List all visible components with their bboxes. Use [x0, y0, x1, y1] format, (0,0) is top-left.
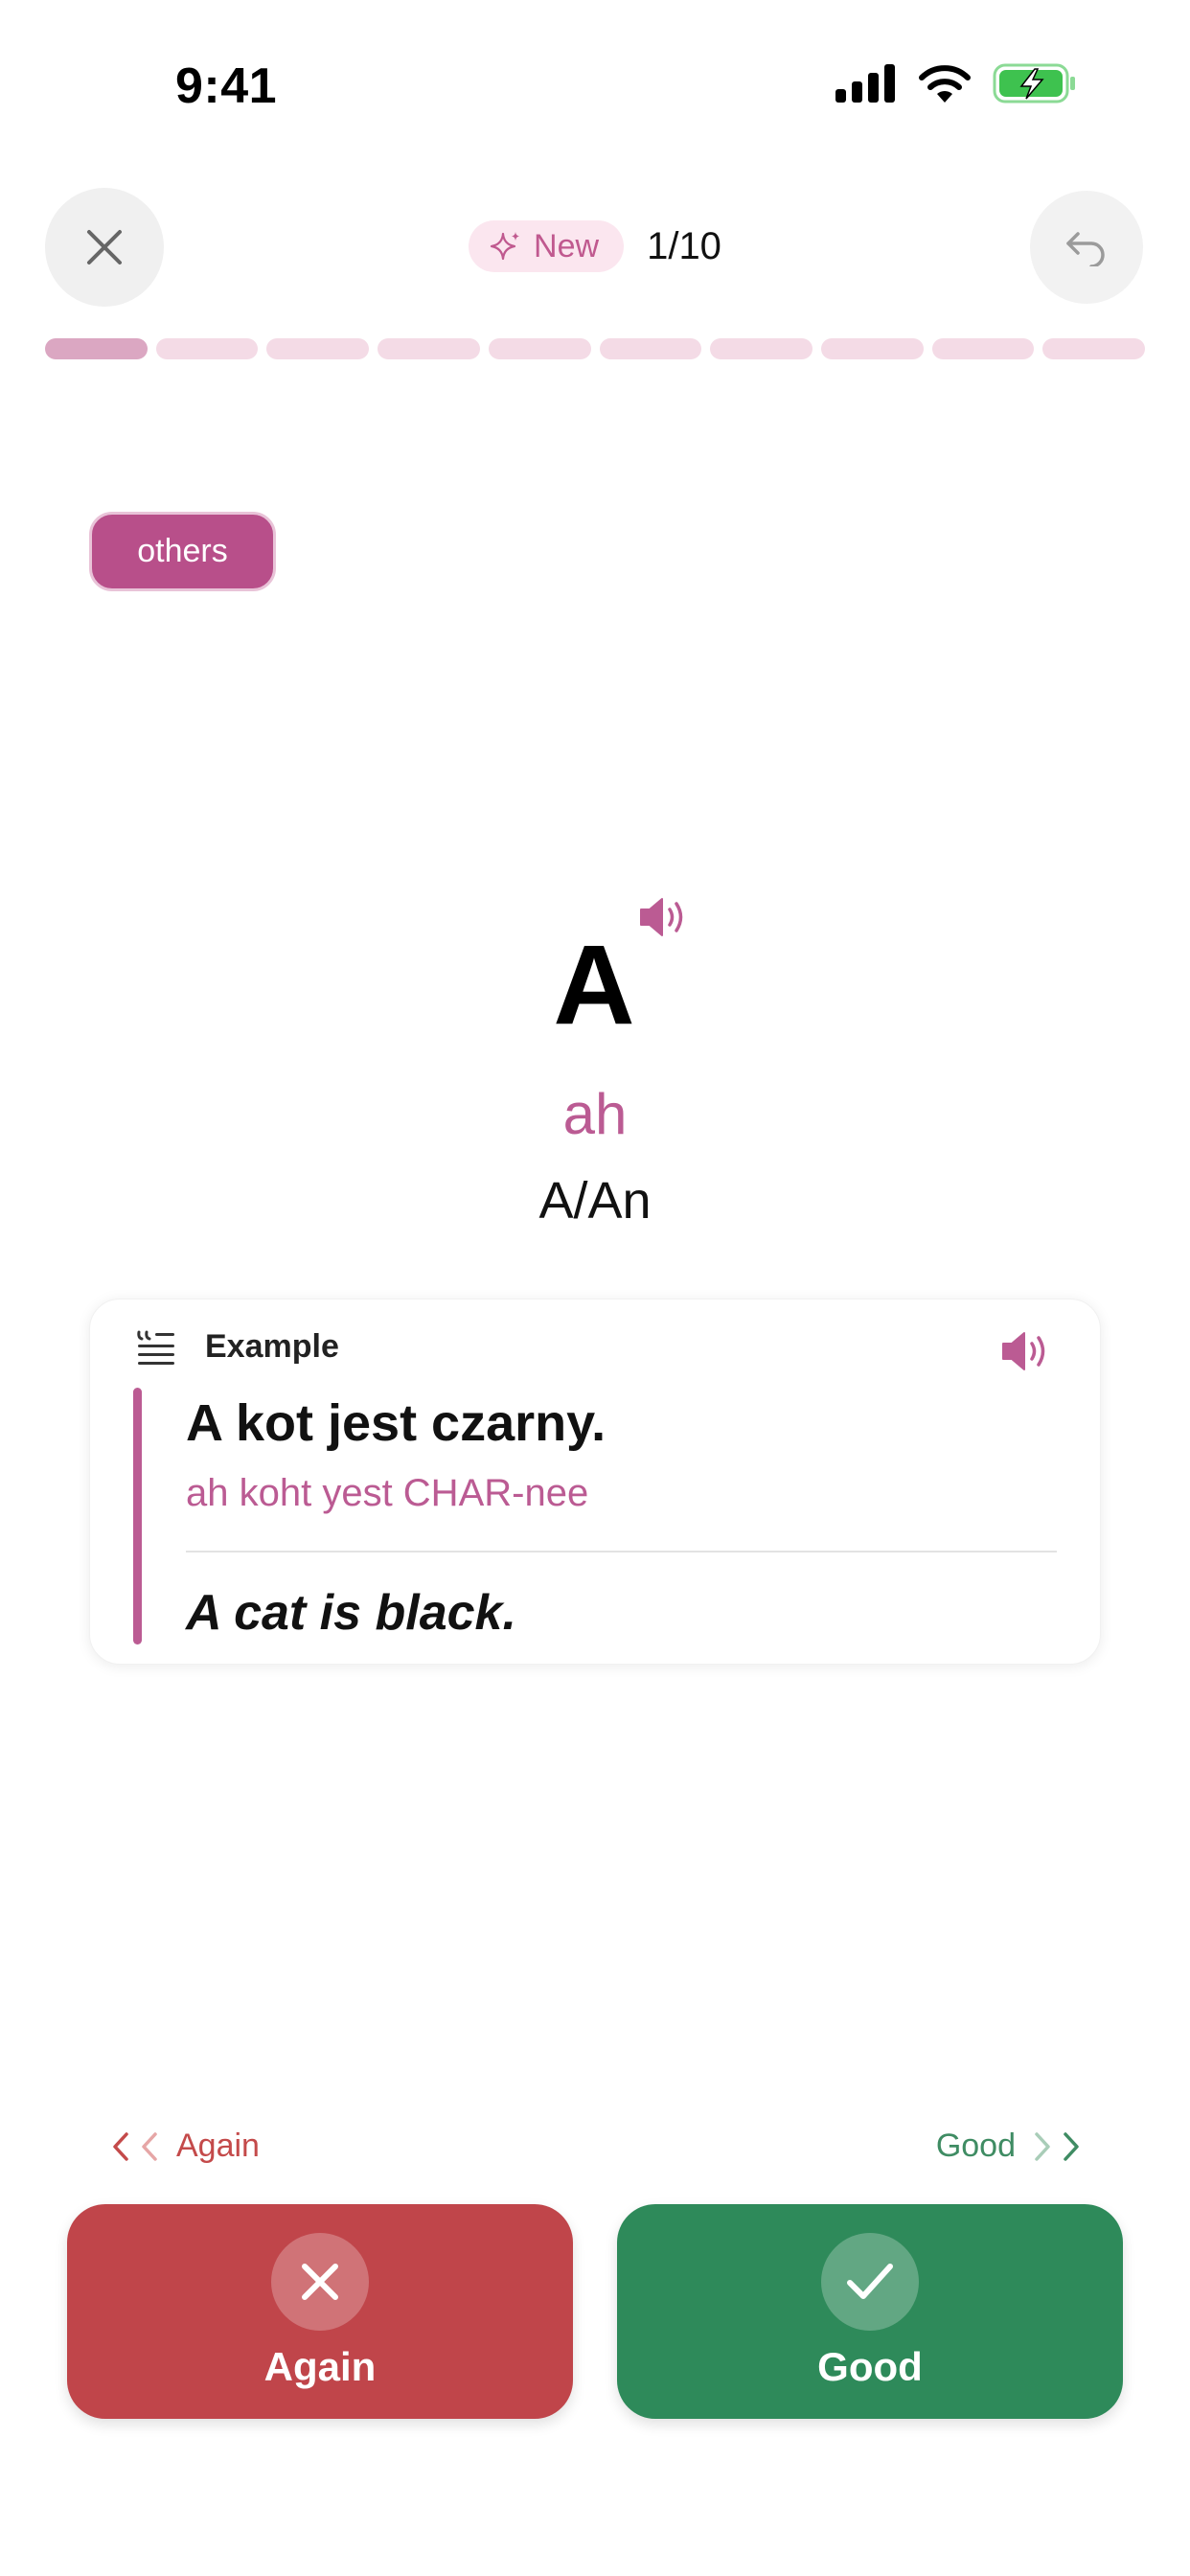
undo-icon	[1066, 232, 1105, 266]
undo-button[interactable]	[1030, 191, 1143, 304]
progress-segment	[710, 338, 812, 359]
double-chevron-left-icon	[113, 2131, 157, 2161]
progress-segment	[266, 338, 370, 359]
speaker-icon	[640, 898, 683, 936]
header-center: New 1/10	[0, 220, 1190, 272]
swipe-again-label: Again	[176, 2128, 260, 2164]
progress-segment	[488, 338, 591, 359]
speaker-icon	[1002, 1332, 1045, 1370]
wifi-icon	[919, 65, 971, 103]
double-chevron-right-icon	[1035, 2131, 1079, 2161]
example-pronunciation: ah koht yest CHAR-nee	[186, 1472, 589, 1514]
example-header: Example	[136, 1328, 339, 1366]
status-icons	[835, 63, 1077, 104]
progress-segment	[820, 338, 924, 359]
status-time: 9:41	[175, 58, 278, 114]
new-badge: New	[469, 220, 625, 272]
again-label: Again	[263, 2344, 377, 2389]
progress-segment	[378, 338, 480, 359]
word-pronunciation: ah	[562, 1082, 628, 1146]
battery-charging-icon	[993, 63, 1075, 104]
good-icon-circle	[821, 2233, 919, 2331]
swipe-good-hint: Good	[936, 2128, 1085, 2165]
play-word-audio-button[interactable]	[638, 896, 692, 943]
play-example-audio-button[interactable]	[1000, 1330, 1054, 1377]
progress-segment	[45, 338, 148, 359]
checkmark-icon	[847, 2264, 893, 2299]
flashcard-word: A	[553, 922, 637, 1048]
good-label: Good	[817, 2344, 923, 2389]
word-meaning: A/An	[538, 1172, 652, 1230]
example-translation: A cat is black.	[186, 1585, 516, 1641]
example-card: Example A kot jest czarny. ah koht yest …	[89, 1299, 1101, 1665]
example-title: Example	[205, 1328, 339, 1365]
example-accent-bar	[133, 1388, 142, 1644]
category-tag[interactable]: others	[89, 512, 276, 591]
progress-bar	[45, 338, 1146, 359]
example-divider	[186, 1551, 1057, 1552]
progress-segment	[599, 338, 702, 359]
swipe-good-label: Good	[935, 2128, 1016, 2164]
signal-icon	[835, 64, 895, 103]
good-button[interactable]: Good	[617, 2204, 1123, 2419]
new-label: New	[534, 227, 600, 264]
progress-segment	[1042, 338, 1146, 359]
example-sentence: A kot jest czarny.	[186, 1394, 606, 1452]
sparkle-icon	[490, 232, 520, 261]
again-icon-circle	[271, 2233, 369, 2331]
quote-list-icon	[137, 1330, 174, 1365]
x-icon	[302, 2264, 338, 2300]
progress-segment	[931, 338, 1035, 359]
progress-segment	[155, 338, 259, 359]
again-button[interactable]: Again	[67, 2204, 573, 2419]
card-counter: 1/10	[647, 224, 721, 267]
swipe-again-hint: Again	[107, 2128, 260, 2165]
